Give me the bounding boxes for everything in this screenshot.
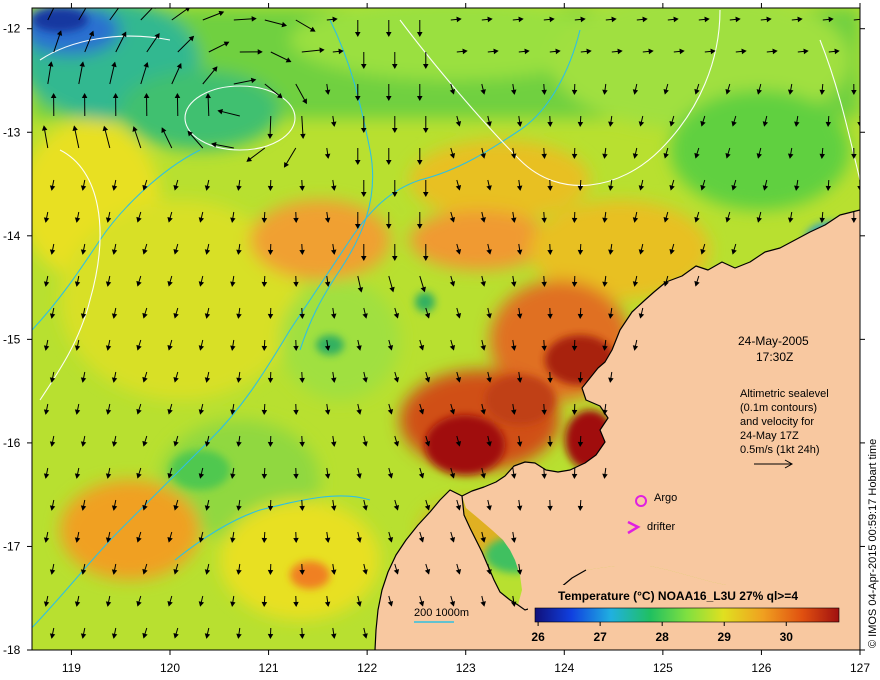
velocity-arrowhead-icon [154,8,156,9]
info-line-2: (0.1m contours) [740,402,817,414]
date-label: 24-May-2005 [738,334,809,348]
y-tick-label: -14 [3,229,21,243]
colorbar-tick-label: 28 [656,630,670,644]
velocity-arrowhead-icon [859,16,860,23]
info-line-4: 24-May 17Z [740,430,799,442]
plot-area: 200 1000m 24-May-2005 17:30Z Altimetric … [32,0,870,650]
info-line-5: 0.5m/s (1kt 24h) [740,444,819,456]
colorbar-ramp [534,607,840,623]
colorbar-tick-label: 27 [593,630,607,644]
velocity-arrowhead-icon [119,2,123,6]
colorbar: Temperature (°C) NOAA16_L3U 27% ql>=4 26… [528,585,844,649]
velocity-arrowhead-icon [54,0,58,4]
x-tick-label: 127 [850,661,870,675]
drifter-label: drifter [647,521,675,533]
info-line-1: Altimetric sealevel [740,388,829,400]
colorbar-tick-label: 30 [780,630,794,644]
x-tick-label: 121 [259,661,279,675]
colorbar-tick-label: 29 [718,630,732,644]
credit-text: © IMOS 04-Apr-2015 00:59:17 Hobart time [867,439,879,648]
x-tick-label: 123 [456,661,476,675]
x-tick-label: 122 [357,661,377,675]
argo-label: Argo [654,492,677,504]
info-line-3: and velocity for [740,416,814,428]
x-tick-label: 125 [653,661,673,675]
velocity-arrowhead-icon [866,49,870,53]
time-label: 17:30Z [756,350,793,364]
x-tick-label: 120 [160,661,180,675]
sst-map: 200 1000m 24-May-2005 17:30Z Altimetric … [3,0,879,675]
x-tick-label: 119 [62,661,81,675]
scale-bar-label: 200 1000m [414,607,469,619]
y-tick-label: -17 [3,539,21,553]
velocity-arrowhead-icon [87,1,90,5]
x-tick-label: 126 [751,661,771,675]
y-tick-label: -16 [3,436,21,450]
velocity-vector [859,51,860,53]
colorbar-title: Temperature (°C) NOAA16_L3U 27% ql>=4 [558,589,798,603]
colorbar-tick-label: 26 [531,630,545,644]
x-tick-label: 124 [554,661,574,675]
y-tick-label: -12 [3,22,21,36]
y-tick-label: -13 [3,125,21,139]
y-tick-label: -15 [3,332,21,346]
y-tick-label: -18 [3,643,21,657]
